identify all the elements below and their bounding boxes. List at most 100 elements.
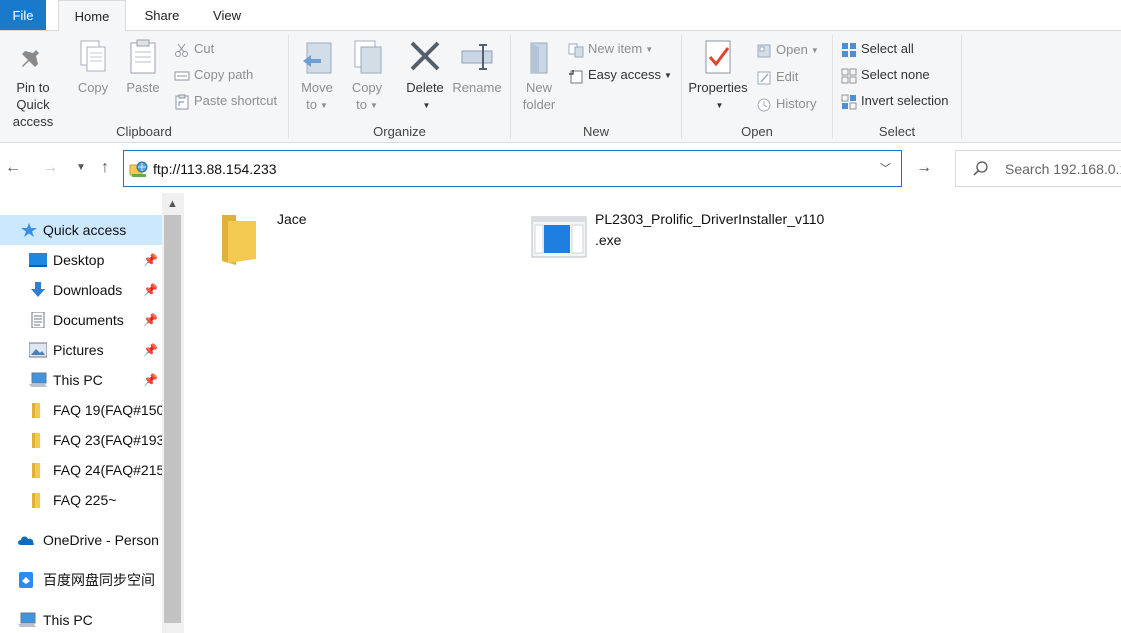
scroll-up-arrow-icon[interactable]: ▲ (162, 193, 183, 215)
file-item-jace[interactable]: Jace (218, 209, 418, 269)
invert-selection-button[interactable]: Invert selection (841, 90, 948, 112)
pin-icon[interactable]: 📌 (143, 335, 158, 365)
folder-icon (32, 493, 40, 508)
baidu-netdisk-icon (19, 572, 33, 588)
folder-icon (32, 463, 40, 478)
easy-access-label: Easy access (588, 67, 661, 82)
edit-label: Edit (776, 69, 799, 84)
search-box[interactable]: Search 192.168.0.1 (955, 150, 1121, 187)
open-icon (757, 44, 771, 58)
copy-button[interactable]: Copy (72, 37, 114, 96)
paste-shortcut-icon (175, 94, 189, 110)
properties-button[interactable]: Properties ▼ (686, 37, 750, 114)
go-arrow-icon[interactable]: → (912, 156, 936, 180)
move-to-label-line2: to (306, 97, 317, 112)
sidebar-item-faq-19[interactable]: FAQ 19(FAQ#150 (0, 395, 162, 425)
sidebar-item-this-pc[interactable]: This PC (0, 605, 162, 633)
pin-icon[interactable]: 📌 (143, 275, 158, 305)
folder-icon (222, 215, 256, 265)
documents-icon (31, 312, 45, 328)
tab-file[interactable]: File (0, 0, 46, 30)
sidebar-item-this-pc-pinned[interactable]: This PC 📌 (0, 365, 162, 395)
ribbon: Pin to Quick access Copy Paste Cut Copy … (0, 30, 1121, 143)
cut-button[interactable]: Cut (174, 38, 214, 60)
paste-icon (130, 39, 156, 74)
file-list-area: Jace PL2303_Prolific_DriverInstaller_v11… (184, 193, 1121, 633)
sidebar-item-label: OneDrive - Person (43, 532, 159, 548)
open-button[interactable]: Open ▼ (756, 39, 819, 61)
up-arrow-icon[interactable]: ↑ (94, 156, 116, 180)
ribbon-tab-bar: File Home Share View (0, 0, 1121, 31)
select-all-label: Select all (861, 41, 914, 56)
clipboard-group: Pin to Quick access Copy Paste Cut Copy … (0, 31, 288, 142)
move-to-button[interactable]: Move to ▼ (297, 37, 337, 114)
file-item-pl2303-installer[interactable]: PL2303_Prolific_DriverInstaller_v110 .ex… (531, 209, 831, 269)
copy-path-icon (174, 71, 190, 81)
folder-icon (32, 433, 40, 448)
sidebar-item-faq-225[interactable]: FAQ 225~ (0, 485, 162, 515)
sidebar-item-onedrive[interactable]: OneDrive - Person (0, 525, 162, 555)
open-group-label: Open (741, 124, 773, 139)
new-folder-button[interactable]: New folder (517, 37, 561, 113)
tab-view[interactable]: View (200, 0, 254, 30)
sidebar-item-baidu-netdisk[interactable]: 百度网盘同步空间 (0, 565, 162, 595)
forward-arrow-icon[interactable]: → (39, 156, 61, 180)
star-icon (21, 223, 37, 237)
copy-to-caret-icon: ▼ (369, 101, 378, 111)
open-label: Open (776, 42, 808, 57)
sidebar-item-label: FAQ 19(FAQ#150 (53, 402, 162, 418)
nav-pane-scrollbar[interactable]: ▲ (162, 193, 183, 633)
tab-share[interactable]: Share (132, 0, 192, 30)
select-none-icon (841, 68, 857, 84)
copy-to-label-line1: Copy (351, 80, 383, 95)
invert-selection-label: Invert selection (861, 93, 949, 108)
pin-icon[interactable]: 📌 (143, 365, 158, 395)
history-button[interactable]: History (756, 93, 816, 115)
sidebar-item-pictures[interactable]: Pictures 📌 (0, 335, 162, 365)
easy-access-button[interactable]: Easy access ▼ (568, 64, 672, 86)
pin-icon (22, 43, 39, 67)
desktop-icon (29, 253, 47, 267)
address-dropdown-chevron-icon[interactable]: ﹀ (880, 160, 891, 176)
paste-shortcut-button[interactable]: Paste shortcut (174, 90, 277, 112)
new-folder-label-line2: folder (522, 97, 556, 112)
sidebar-item-quick-access[interactable]: Quick access (0, 215, 162, 245)
pictures-icon (29, 342, 47, 358)
back-arrow-icon[interactable]: ← (2, 156, 24, 180)
rename-icon (461, 44, 493, 70)
properties-checkmark-icon (705, 40, 731, 74)
paste-label: Paste (126, 80, 160, 95)
paste-button[interactable]: Paste (122, 37, 164, 96)
select-none-button[interactable]: Select none (841, 64, 930, 86)
new-item-button[interactable]: New item ▼ (568, 38, 653, 60)
rename-button[interactable]: Rename (451, 37, 503, 96)
network-location-icon (129, 161, 148, 177)
delete-x-icon (410, 41, 440, 71)
sidebar-item-label: This PC (53, 372, 103, 388)
address-bar[interactable]: ftp://113.88.154.233 ﹀ (123, 150, 902, 187)
sidebar-item-faq-24[interactable]: FAQ 24(FAQ#215 (0, 455, 162, 485)
sidebar-item-documents[interactable]: Documents 📌 (0, 305, 162, 335)
pin-icon[interactable]: 📌 (143, 305, 158, 335)
pin-to-quick-access-button[interactable]: Pin to Quick access (0, 37, 66, 130)
navigation-row: ← → ▼ ↑ ftp://113.88.154.233 ﹀ → Search … (0, 143, 1121, 193)
delete-button[interactable]: Delete ▼ (401, 37, 449, 114)
computer-icon (18, 612, 36, 627)
download-arrow-icon (31, 282, 45, 297)
open-group: Properties ▼ Open ▼ Edit History Open (682, 31, 832, 142)
sidebar-item-downloads[interactable]: Downloads 📌 (0, 275, 162, 305)
select-all-button[interactable]: Select all (841, 38, 914, 60)
edit-button[interactable]: Edit (756, 66, 798, 88)
scrollbar-thumb[interactable] (164, 215, 181, 623)
recent-locations-chevron-icon[interactable]: ▼ (70, 156, 92, 180)
copy-path-button[interactable]: Copy path (174, 64, 253, 86)
sidebar-item-label: 百度网盘同步空间 (43, 572, 155, 588)
sidebar-item-desktop[interactable]: Desktop 📌 (0, 245, 162, 275)
sidebar-item-faq-23[interactable]: FAQ 23(FAQ#193 (0, 425, 162, 455)
pin-icon[interactable]: 📌 (143, 245, 158, 275)
copy-to-button[interactable]: Copy to ▼ (347, 37, 387, 114)
file-name-line2: .exe (595, 232, 622, 248)
tab-home[interactable]: Home (58, 0, 126, 31)
open-caret-icon: ▼ (810, 45, 819, 55)
history-clock-icon (757, 98, 771, 112)
